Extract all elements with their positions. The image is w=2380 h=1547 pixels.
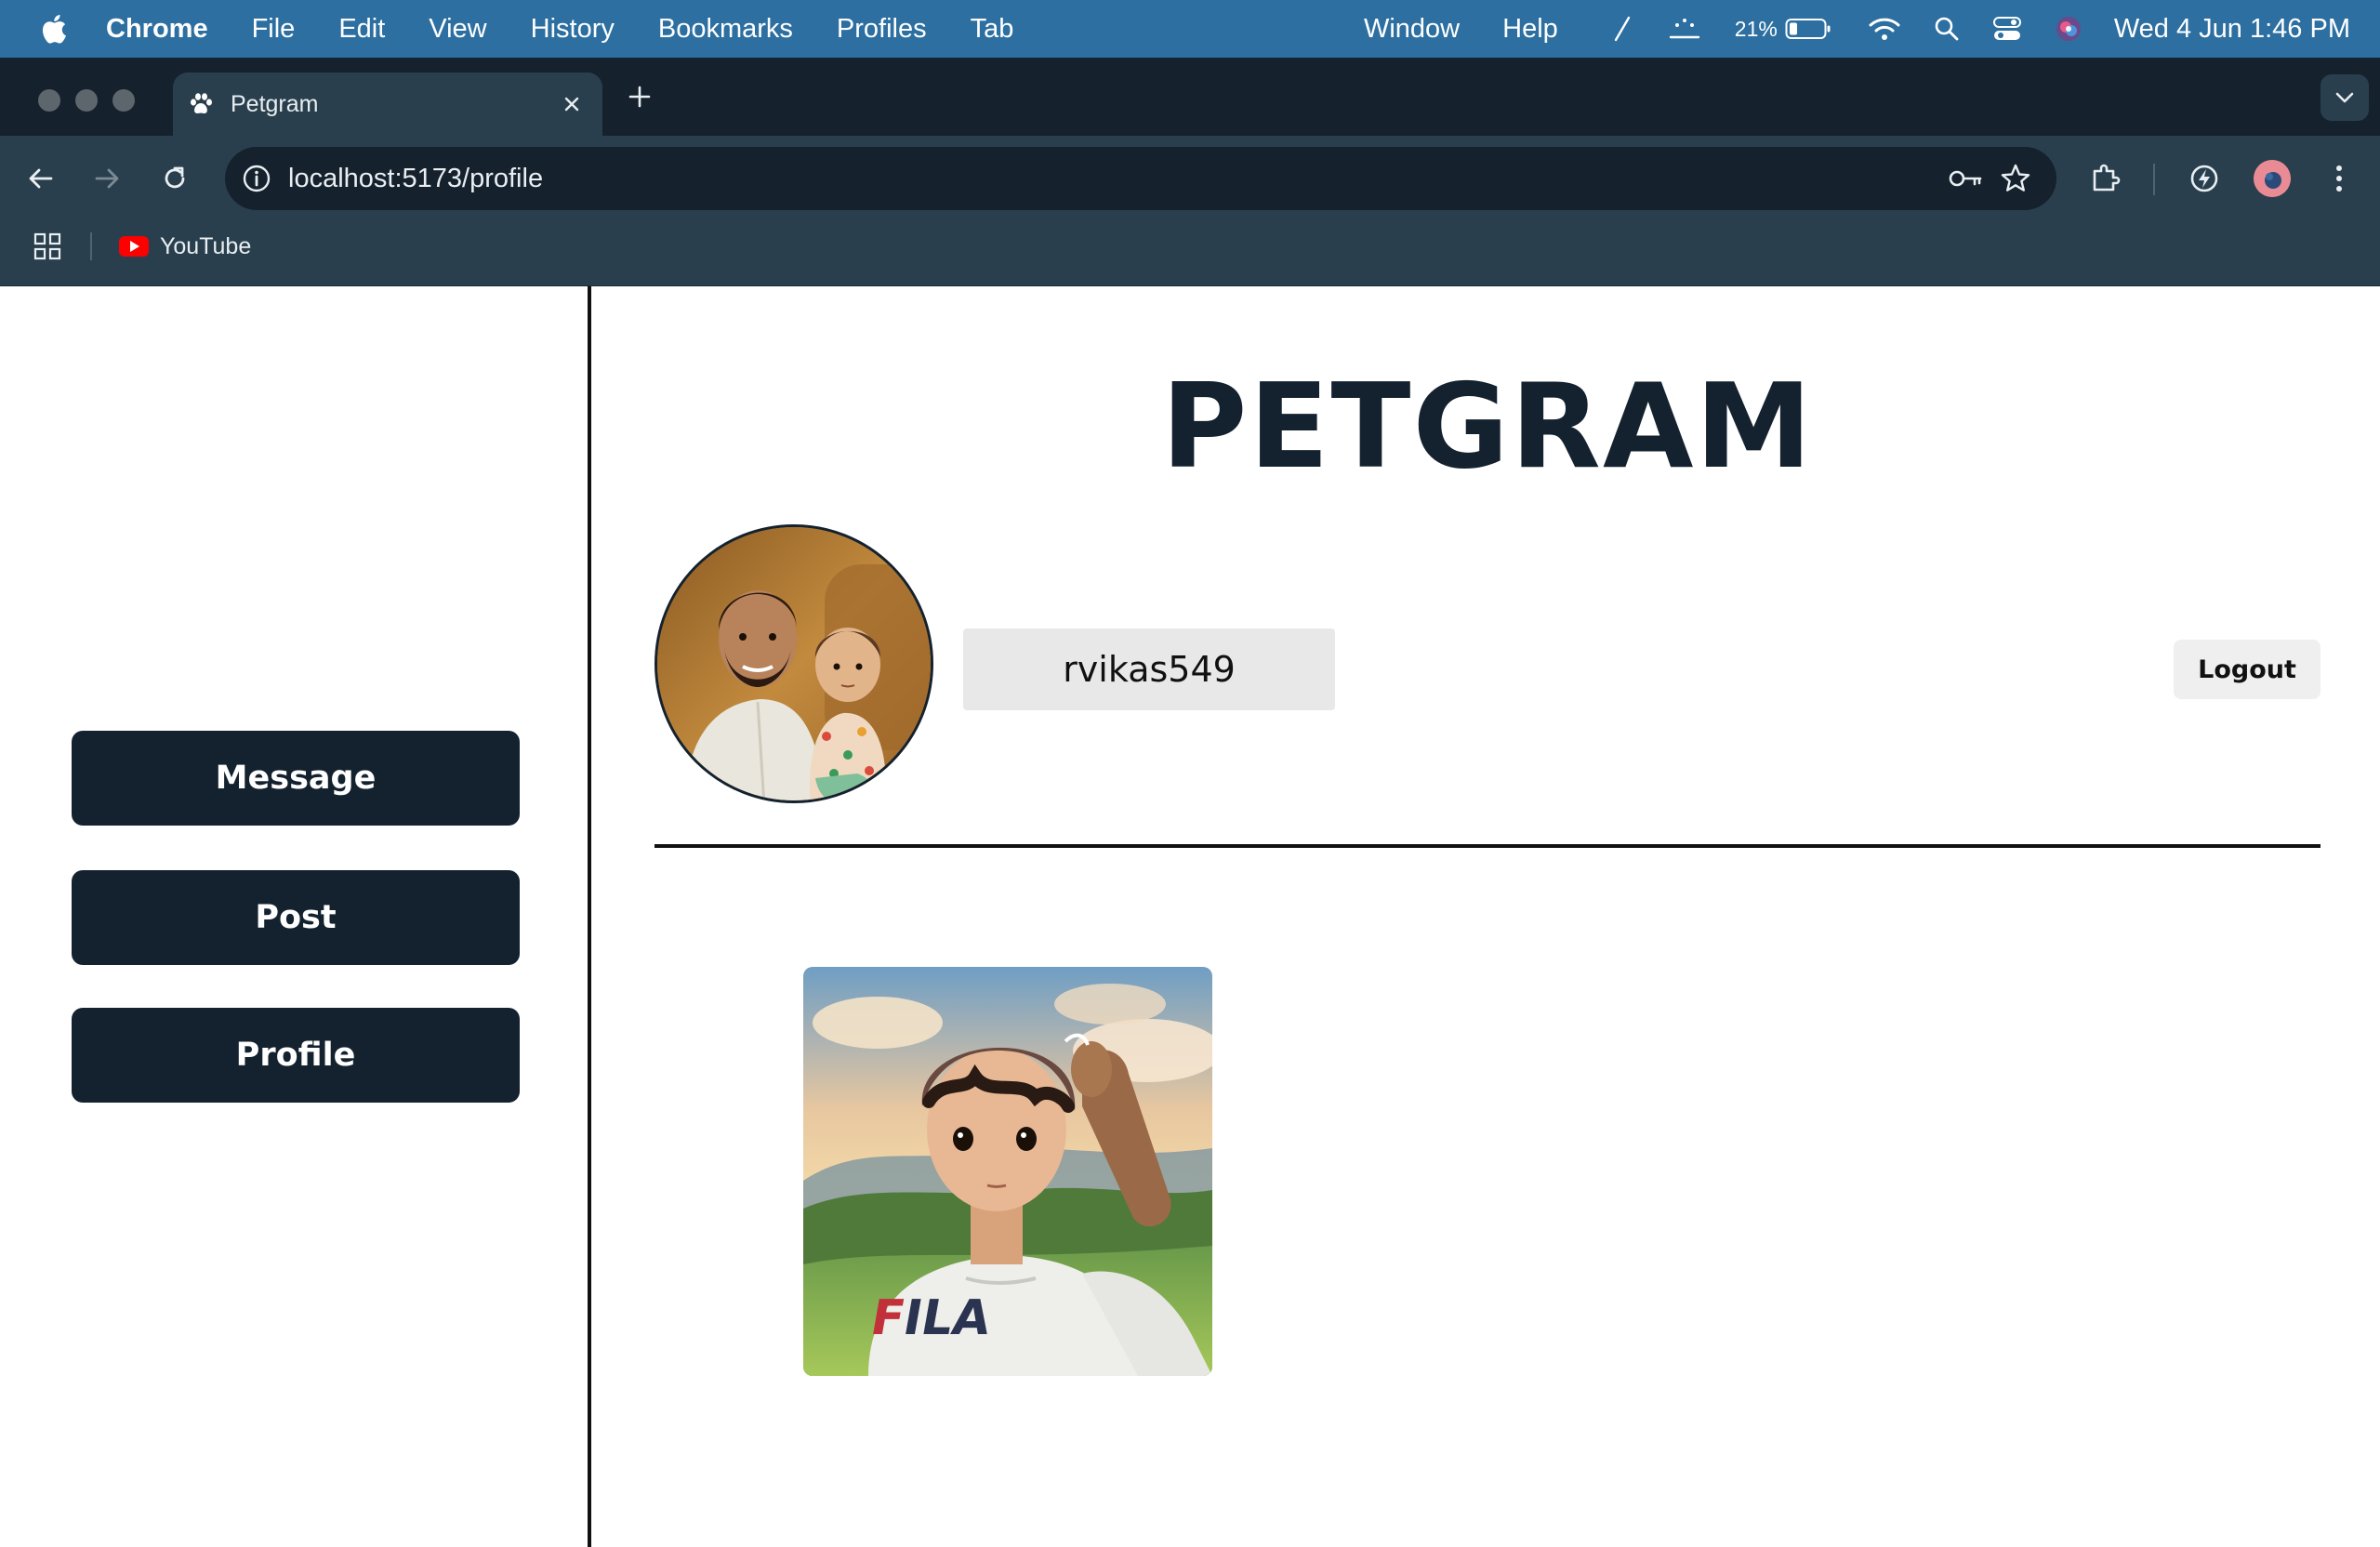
wifi-icon[interactable] bbox=[1869, 17, 1900, 41]
logout-button[interactable]: Logout bbox=[2174, 640, 2320, 699]
new-tab-plus-icon[interactable] bbox=[623, 80, 656, 113]
address-bar[interactable]: localhost:5173/profile bbox=[225, 147, 2056, 210]
menu-profiles[interactable]: Profiles bbox=[837, 14, 927, 45]
control-center-icon[interactable] bbox=[1992, 16, 2021, 42]
apple-logo-icon[interactable] bbox=[37, 12, 69, 46]
profile-avatar-image[interactable] bbox=[654, 524, 933, 803]
activity-dots-icon[interactable] bbox=[1668, 17, 1701, 41]
window-close-button[interactable] bbox=[38, 89, 60, 112]
browser-tab-petgram[interactable]: Petgram bbox=[173, 73, 602, 136]
password-key-icon[interactable] bbox=[1947, 162, 1984, 195]
url-text[interactable]: localhost:5173/profile bbox=[288, 164, 543, 194]
menu-tab[interactable]: Tab bbox=[971, 14, 1014, 45]
extensions-puzzle-icon[interactable] bbox=[2087, 160, 2124, 197]
menu-view[interactable]: View bbox=[429, 14, 486, 45]
username-display: rvikas549 bbox=[963, 628, 1335, 710]
site-info-icon[interactable] bbox=[242, 164, 271, 193]
profile-button[interactable]: Profile bbox=[72, 1008, 520, 1103]
sidebar: Message Post Profile bbox=[0, 286, 591, 1547]
back-arrow-icon[interactable] bbox=[22, 160, 60, 197]
menu-app-name[interactable]: Chrome bbox=[106, 14, 208, 45]
chrome-profile-avatar[interactable] bbox=[2254, 160, 2291, 197]
bookmark-youtube-label: YouTube bbox=[160, 232, 252, 259]
tab-search-chevron-down-icon[interactable] bbox=[2320, 74, 2369, 121]
window-zoom-button[interactable] bbox=[112, 89, 135, 112]
spotlight-search-icon[interactable] bbox=[1934, 16, 1960, 42]
battery-percent: 21% bbox=[1734, 16, 1778, 41]
bookmarks-bar bbox=[0, 221, 2380, 286]
pen-slash-icon[interactable] bbox=[1610, 15, 1634, 43]
web-page: Message Post Profile PETGRAM rvikas549 L… bbox=[0, 286, 2380, 1547]
post-button[interactable]: Post bbox=[72, 870, 520, 965]
apps-grid-icon[interactable] bbox=[33, 232, 61, 260]
menu-history[interactable]: History bbox=[531, 14, 615, 45]
menu-bar-status-area: Window Help 21% Wed 4 Jun 1:46 PM bbox=[1320, 0, 2350, 58]
profile-main: PETGRAM rvikas549 Logout F ILA bbox=[595, 286, 2380, 1547]
profile-divider bbox=[654, 844, 2320, 848]
chrome-menu-kebab-icon[interactable] bbox=[2320, 160, 2358, 197]
youtube-icon bbox=[119, 236, 149, 257]
bookmark-youtube[interactable]: YouTube bbox=[119, 229, 251, 264]
post-thumbnail-image[interactable]: F ILA bbox=[803, 967, 1212, 1376]
tab-title: Petgram bbox=[231, 90, 319, 117]
macos-menu-bar: Chrome File Edit View History Bookmarks … bbox=[0, 0, 2380, 58]
bookmarks-separator bbox=[90, 232, 92, 260]
bookmark-star-icon[interactable] bbox=[1999, 162, 2032, 195]
menu-file[interactable]: File bbox=[252, 14, 296, 45]
menu-bookmarks[interactable]: Bookmarks bbox=[658, 14, 793, 45]
forward-arrow-icon[interactable] bbox=[88, 160, 126, 197]
paw-favicon-icon bbox=[188, 91, 214, 117]
menu-bar-datetime[interactable]: Wed 4 Jun 1:46 PM bbox=[2114, 14, 2350, 45]
message-button[interactable]: Message bbox=[72, 731, 520, 826]
svg-text:ILA: ILA bbox=[899, 1289, 996, 1346]
menu-window[interactable]: Window bbox=[1364, 14, 1460, 45]
tab-close-icon[interactable] bbox=[558, 90, 586, 118]
menu-edit[interactable]: Edit bbox=[338, 14, 385, 45]
performance-bolt-icon[interactable] bbox=[2186, 160, 2223, 197]
window-minimize-button[interactable] bbox=[75, 89, 98, 112]
menu-help[interactable]: Help bbox=[1502, 14, 1558, 45]
battery-icon[interactable] bbox=[1785, 18, 1831, 40]
reload-icon[interactable] bbox=[156, 160, 193, 197]
toolbar-divider bbox=[2153, 164, 2155, 195]
brand-title: PETGRAM bbox=[1161, 358, 1814, 495]
siri-icon[interactable] bbox=[2055, 15, 2082, 43]
